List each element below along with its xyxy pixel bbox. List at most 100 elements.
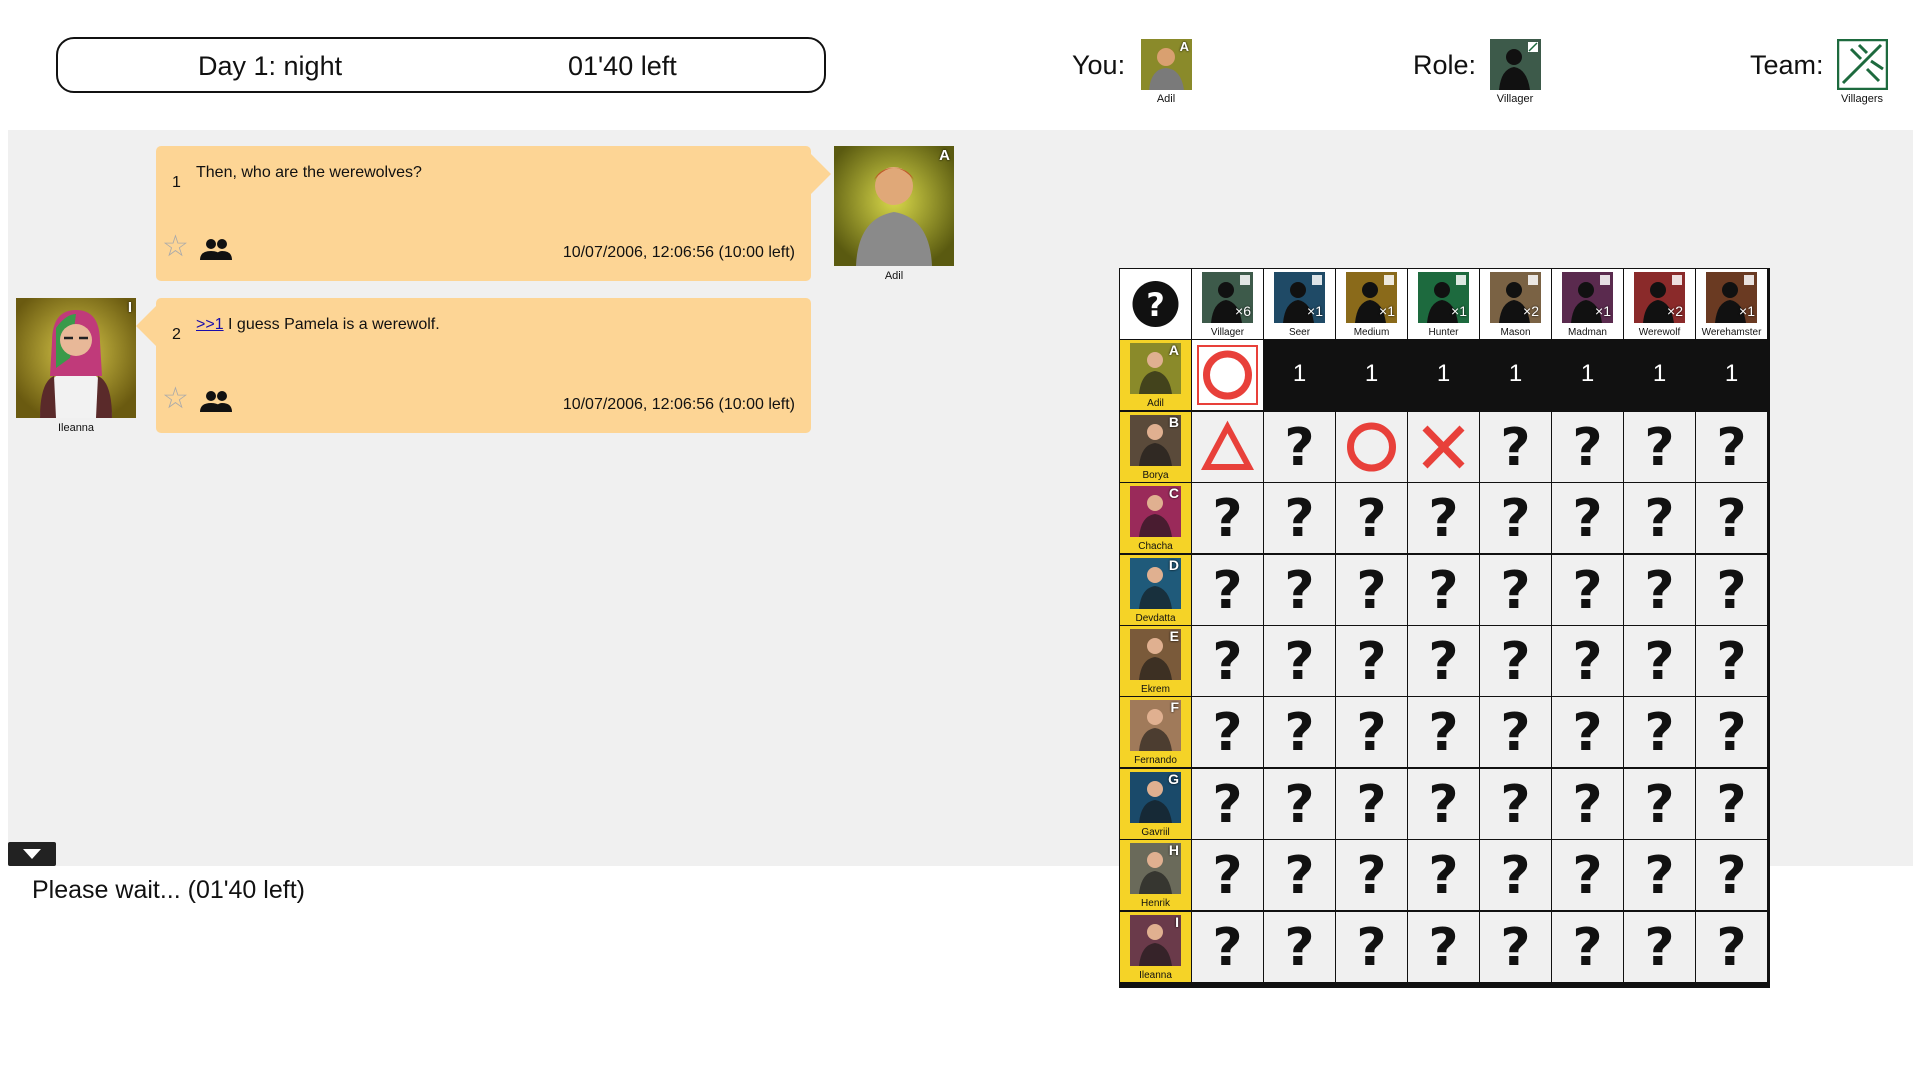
player-fernando[interactable]: F Fernando	[1120, 697, 1191, 767]
grid-cell[interactable]: ?	[1264, 483, 1335, 553]
player-ekrem[interactable]: E Ekrem	[1120, 626, 1191, 696]
favorite-star-icon[interactable]: ☆	[162, 232, 189, 262]
grid-cell[interactable]: ?	[1696, 483, 1767, 553]
player-devdatta[interactable]: D Devdatta	[1120, 555, 1191, 625]
role-header-villager[interactable]: ×6 Villager	[1192, 269, 1263, 339]
grid-cell[interactable]: ?	[1264, 412, 1335, 482]
chat-message-2[interactable]: 2 >>1 I guess Pamela is a werewolf. ☆ 10…	[156, 298, 811, 433]
chat-message-1[interactable]: 1 Then, who are the werewolves? ☆ 10/07/…	[156, 146, 811, 281]
unknown-mark: ?	[1572, 489, 1603, 549]
grid-cell[interactable]: ?	[1264, 555, 1335, 625]
grid-cell[interactable]: ?	[1696, 626, 1767, 696]
grid-cell[interactable]: ?	[1552, 626, 1623, 696]
role-header-werewolf[interactable]: ×2 Werewolf	[1624, 269, 1695, 339]
player-ileanna[interactable]: I Ileanna	[1120, 912, 1191, 982]
grid-cell[interactable]: ?	[1264, 840, 1335, 910]
grid-cell[interactable]: ?	[1480, 697, 1551, 767]
role-header-werehamster[interactable]: ×1 Werehamster	[1696, 269, 1767, 339]
grid-cell[interactable]: ?	[1696, 840, 1767, 910]
grid-cell[interactable]: ?	[1192, 769, 1263, 839]
player-chacha[interactable]: C Chacha	[1120, 483, 1191, 553]
grid-cell[interactable]: ?	[1408, 912, 1479, 982]
grid-cell[interactable]: ?	[1624, 483, 1695, 553]
grid-cell[interactable]: ?	[1624, 840, 1695, 910]
role-header-medium[interactable]: ×1 Medium	[1336, 269, 1407, 339]
visibility-group-icon[interactable]	[200, 238, 232, 260]
grid-cell[interactable]: ?	[1552, 412, 1623, 482]
grid-cell[interactable]: ?	[1552, 769, 1623, 839]
player-gavriil[interactable]: G Gavriil	[1120, 769, 1191, 839]
grid-cell[interactable]: ?	[1480, 769, 1551, 839]
self-villager-cell[interactable]	[1192, 340, 1263, 410]
grid-cell[interactable]: ?	[1408, 483, 1479, 553]
grid-cell[interactable]: ?	[1552, 555, 1623, 625]
grid-cell[interactable]: ?	[1192, 697, 1263, 767]
avatar-adil[interactable]: A	[834, 146, 954, 266]
grid-cell[interactable]: ?	[1192, 555, 1263, 625]
player-adil[interactable]: A Adil	[1120, 340, 1191, 410]
grid-cell[interactable]: ?	[1264, 626, 1335, 696]
grid-cell[interactable]: ?	[1408, 555, 1479, 625]
grid-cell[interactable]: ?	[1624, 412, 1695, 482]
grid-cell[interactable]: ?	[1192, 483, 1263, 553]
grid-cell[interactable]: ?	[1408, 840, 1479, 910]
grid-cell[interactable]: ?	[1480, 412, 1551, 482]
grid-cell[interactable]: ?	[1552, 483, 1623, 553]
grid-cell[interactable]: ?	[1336, 555, 1407, 625]
role-header-mason[interactable]: ×2 Mason	[1480, 269, 1551, 339]
grid-cell[interactable]: ?	[1480, 483, 1551, 553]
villager-role-icon[interactable]	[1490, 39, 1541, 90]
mark-circle-cell[interactable]	[1336, 412, 1407, 482]
grid-cell[interactable]: ?	[1624, 626, 1695, 696]
role-header-seer[interactable]: ×1 Seer	[1264, 269, 1335, 339]
scroll-down-button[interactable]	[8, 842, 56, 866]
grid-cell[interactable]: ?	[1624, 912, 1695, 982]
avatar-ileanna[interactable]: I	[16, 298, 136, 418]
mark-cross-cell[interactable]	[1408, 412, 1479, 482]
grid-cell[interactable]: ?	[1264, 912, 1335, 982]
grid-cell[interactable]: ?	[1624, 697, 1695, 767]
grid-cell[interactable]: ?	[1624, 769, 1695, 839]
grid-cell[interactable]: ?	[1624, 555, 1695, 625]
grid-cell[interactable]: ?	[1336, 840, 1407, 910]
grid-cell[interactable]: ?	[1264, 769, 1335, 839]
player-borya[interactable]: B Borya	[1120, 412, 1191, 482]
reply-link[interactable]: >>1	[196, 316, 224, 333]
grid-cell[interactable]: ?	[1408, 626, 1479, 696]
grid-cell[interactable]: ?	[1192, 912, 1263, 982]
grid-cell[interactable]: ?	[1696, 769, 1767, 839]
role-header-madman[interactable]: ×1 Madman	[1552, 269, 1623, 339]
player-henrik[interactable]: H Henrik	[1120, 840, 1191, 910]
grid-cell[interactable]: ?	[1192, 626, 1263, 696]
grid-cell[interactable]: ?	[1264, 697, 1335, 767]
help-icon[interactable]: ?	[1120, 269, 1191, 339]
role-header-hunter[interactable]: ×1 Hunter	[1408, 269, 1479, 339]
villagers-team-icon[interactable]	[1836, 38, 1889, 91]
grid-cell[interactable]: ?	[1336, 483, 1407, 553]
grid-cell[interactable]: ?	[1552, 912, 1623, 982]
grid-cell[interactable]: ?	[1336, 912, 1407, 982]
grid-cell[interactable]: ?	[1696, 912, 1767, 982]
top-bar: Day 1: night 01'40 left You: A Adil Role…	[0, 0, 1920, 128]
grid-cell[interactable]: ?	[1552, 840, 1623, 910]
grid-cell[interactable]: ?	[1192, 840, 1263, 910]
grid-cell[interactable]: ?	[1552, 697, 1623, 767]
role-name: Werewolf	[1638, 327, 1681, 338]
grid-cell[interactable]: ?	[1480, 912, 1551, 982]
grid-cell[interactable]: ?	[1696, 412, 1767, 482]
grid-cell[interactable]: ?	[1336, 769, 1407, 839]
favorite-star-icon[interactable]: ☆	[162, 384, 189, 414]
grid-cell[interactable]: ?	[1480, 626, 1551, 696]
grid-cell[interactable]: ?	[1336, 626, 1407, 696]
grid-cell[interactable]: ?	[1336, 697, 1407, 767]
grid-cell[interactable]: ?	[1480, 555, 1551, 625]
player-portrait-icon[interactable]: A	[1141, 39, 1192, 90]
unknown-mark: ?	[1356, 489, 1387, 549]
grid-cell[interactable]: ?	[1408, 769, 1479, 839]
grid-cell[interactable]: ?	[1696, 697, 1767, 767]
grid-cell[interactable]: ?	[1480, 840, 1551, 910]
grid-cell[interactable]: ?	[1696, 555, 1767, 625]
grid-cell[interactable]: ?	[1408, 697, 1479, 767]
visibility-group-icon[interactable]	[200, 390, 232, 412]
mark-triangle-cell[interactable]	[1192, 412, 1263, 482]
